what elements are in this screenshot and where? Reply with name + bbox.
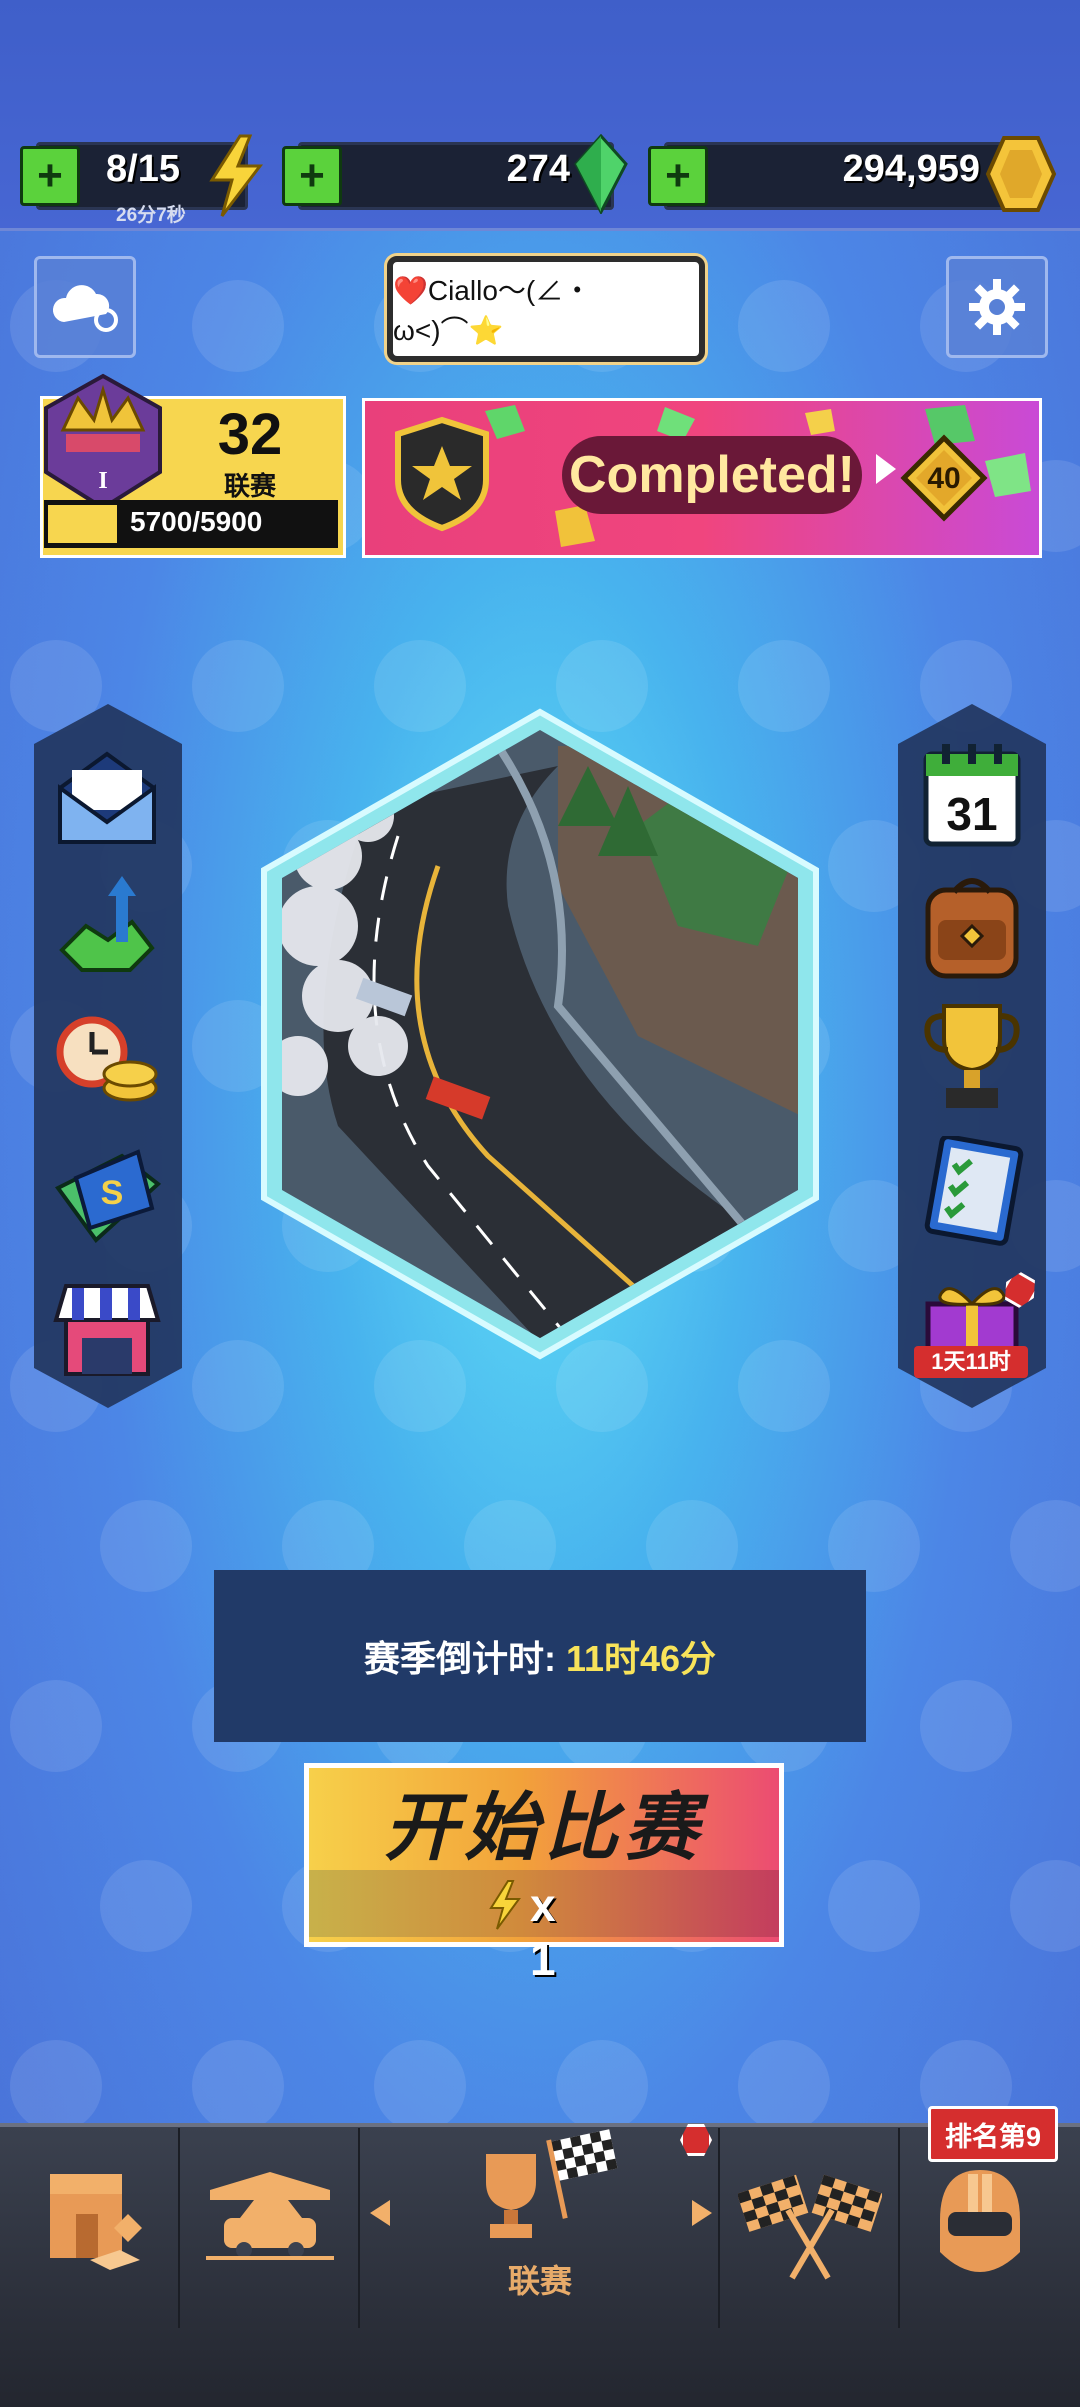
background-pattern-mark: [10, 1680, 102, 1772]
backpack-icon: [925, 878, 1019, 979]
nav-separator: [178, 2128, 180, 2328]
nav-separator: [898, 2128, 900, 2328]
gem-icon: [574, 134, 628, 214]
league-xp-text: 5700/5900: [130, 506, 263, 537]
nav-tab-store[interactable]: [40, 2160, 160, 2275]
mail-icon: [58, 751, 156, 844]
backpack-button[interactable]: [918, 870, 1026, 987]
coins-value: 294,959: [842, 148, 980, 190]
shop-button[interactable]: [52, 1280, 162, 1385]
lightning-icon: [209, 134, 264, 217]
cloud-sync-icon: [52, 285, 118, 332]
card-pack-icon: S: [54, 1149, 162, 1243]
background-pattern-mark: [10, 2040, 102, 2132]
league-label: 联赛: [223, 471, 276, 501]
nav-tab-league-label: 联赛: [507, 2263, 572, 2299]
event-completed-label: Completed!: [562, 436, 862, 514]
gems-value: 274: [506, 148, 570, 190]
player-nickname: ❤️Ciallo～(∠・ω<)⌒⭐: [393, 275, 592, 346]
gem-upgrade-button[interactable]: [52, 870, 162, 985]
season-countdown-value: 11时46分: [565, 1638, 717, 1679]
nav-tab-garage[interactable]: [200, 2168, 340, 2269]
energy-value: 8/15: [106, 148, 180, 190]
season-countdown-label: 赛季倒计时:: [363, 1638, 556, 1679]
background-pattern-mark: [1010, 1500, 1080, 1592]
cloud-sync-button[interactable]: [34, 256, 136, 358]
trophy-icon: [924, 1004, 1020, 1108]
add-energy-button[interactable]: +: [20, 146, 80, 206]
nav-tab-league[interactable]: [470, 2124, 630, 2247]
garage-car-icon: [206, 2172, 334, 2260]
background-pattern-mark: [738, 280, 830, 372]
banner-level: 40: [927, 462, 960, 495]
trophy-button[interactable]: [920, 1000, 1024, 1117]
nav-next-arrow-icon[interactable]: [690, 2198, 714, 2228]
background-pattern-mark: [828, 1860, 920, 1952]
nav-prev-arrow-icon[interactable]: [368, 2198, 392, 2228]
season-countdown: 赛季倒计时: 11时46分: [214, 1630, 866, 1682]
background-pattern-mark: [374, 2040, 466, 2132]
background-pattern-mark: [100, 1500, 192, 1592]
tasks-button[interactable]: [920, 1134, 1024, 1251]
background-pattern-mark: [1010, 1860, 1080, 1952]
background-pattern-mark: [100, 1860, 192, 1952]
nav-tab-race[interactable]: [737, 2170, 883, 2285]
gift-timer: 1天11时: [914, 1346, 1028, 1378]
add-gems-button[interactable]: +: [282, 146, 342, 206]
daily-calendar-button[interactable]: 31: [920, 742, 1024, 853]
start-race-title: 开始比赛: [384, 1786, 704, 1869]
coin-icon: [985, 136, 1057, 212]
settings-button[interactable]: [946, 256, 1048, 358]
background-pattern-mark: [192, 280, 284, 372]
background-pattern-mark: [556, 2040, 648, 2132]
race-track-hexagon[interactable]: [258, 706, 822, 1362]
star-shield-icon: [395, 416, 489, 532]
calendar-day: 31: [946, 788, 997, 840]
add-coins-button[interactable]: +: [648, 146, 708, 206]
background-pattern-mark: [738, 2040, 830, 2132]
rank-badge: 排名第9: [928, 2106, 1058, 2162]
level-diamond-icon: 40: [900, 434, 988, 522]
arrow-right-icon: [876, 454, 896, 484]
gem-upgrade-icon: [59, 876, 155, 972]
energy-timer: 26分7秒: [116, 205, 186, 226]
timed-coins-button[interactable]: [52, 1010, 162, 1115]
gear-icon: [969, 279, 1025, 335]
background-pattern-mark: [920, 1680, 1012, 1772]
league-xp-fill: [48, 505, 117, 543]
background-pattern-mark: [192, 2040, 284, 2132]
mail-button[interactable]: [52, 748, 162, 853]
league-crown-badge-icon: I: [44, 373, 162, 511]
nav-tab-profile[interactable]: [930, 2160, 1030, 2281]
calendar-icon: 31: [923, 744, 1021, 847]
league-trophy-flag-icon: [486, 2129, 618, 2238]
lightning-icon: [489, 1880, 521, 1930]
checkered-flags-icon: [737, 2174, 883, 2280]
league-rank-roman: I: [98, 468, 107, 494]
league-number: 32: [217, 402, 283, 467]
racer-helmet-icon: [940, 2170, 1020, 2272]
checklist-icon: [924, 1134, 1024, 1246]
nav-separator: [718, 2128, 720, 2328]
shop-icon: [53, 1284, 161, 1376]
timed-coins-icon: [56, 1016, 158, 1102]
nav-separator: [358, 2128, 360, 2328]
card-pack-button[interactable]: S: [52, 1148, 164, 1249]
start-race-cost: x 1: [530, 1879, 556, 1985]
svg-text:S: S: [101, 1174, 124, 1212]
store-box-icon: [50, 2174, 142, 2270]
player-nameplate[interactable]: ❤️Ciallo～(∠・ω<)⌒⭐: [387, 256, 705, 362]
